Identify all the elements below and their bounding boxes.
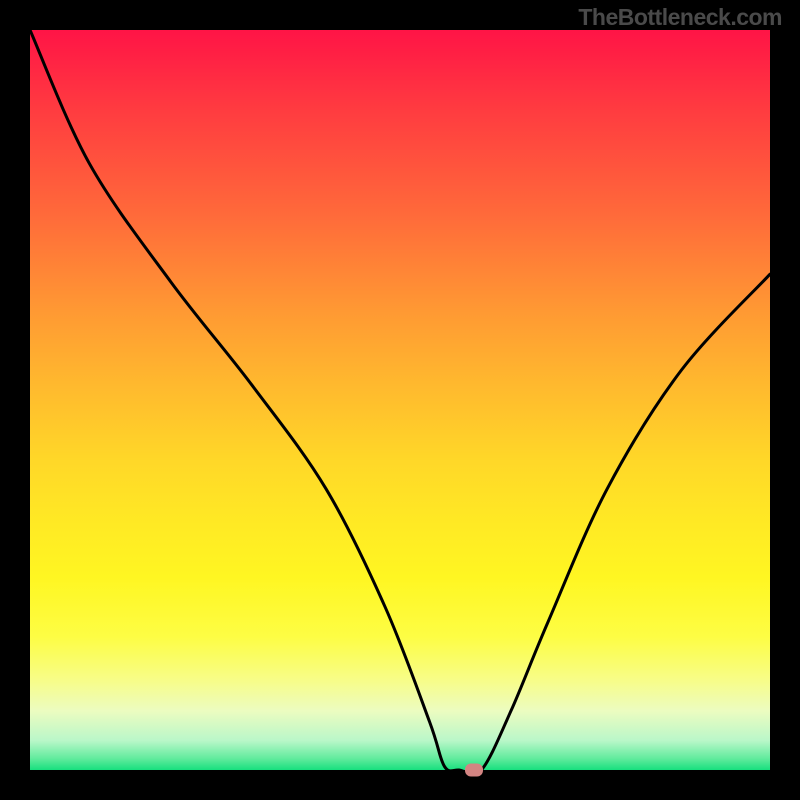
- curve-layer: [30, 30, 770, 770]
- bottleneck-curve-path: [30, 30, 770, 775]
- plot-area: [30, 30, 770, 770]
- attribution-text: TheBottleneck.com: [578, 4, 782, 31]
- chart-container: TheBottleneck.com: [0, 0, 800, 800]
- minimum-marker: [465, 764, 483, 777]
